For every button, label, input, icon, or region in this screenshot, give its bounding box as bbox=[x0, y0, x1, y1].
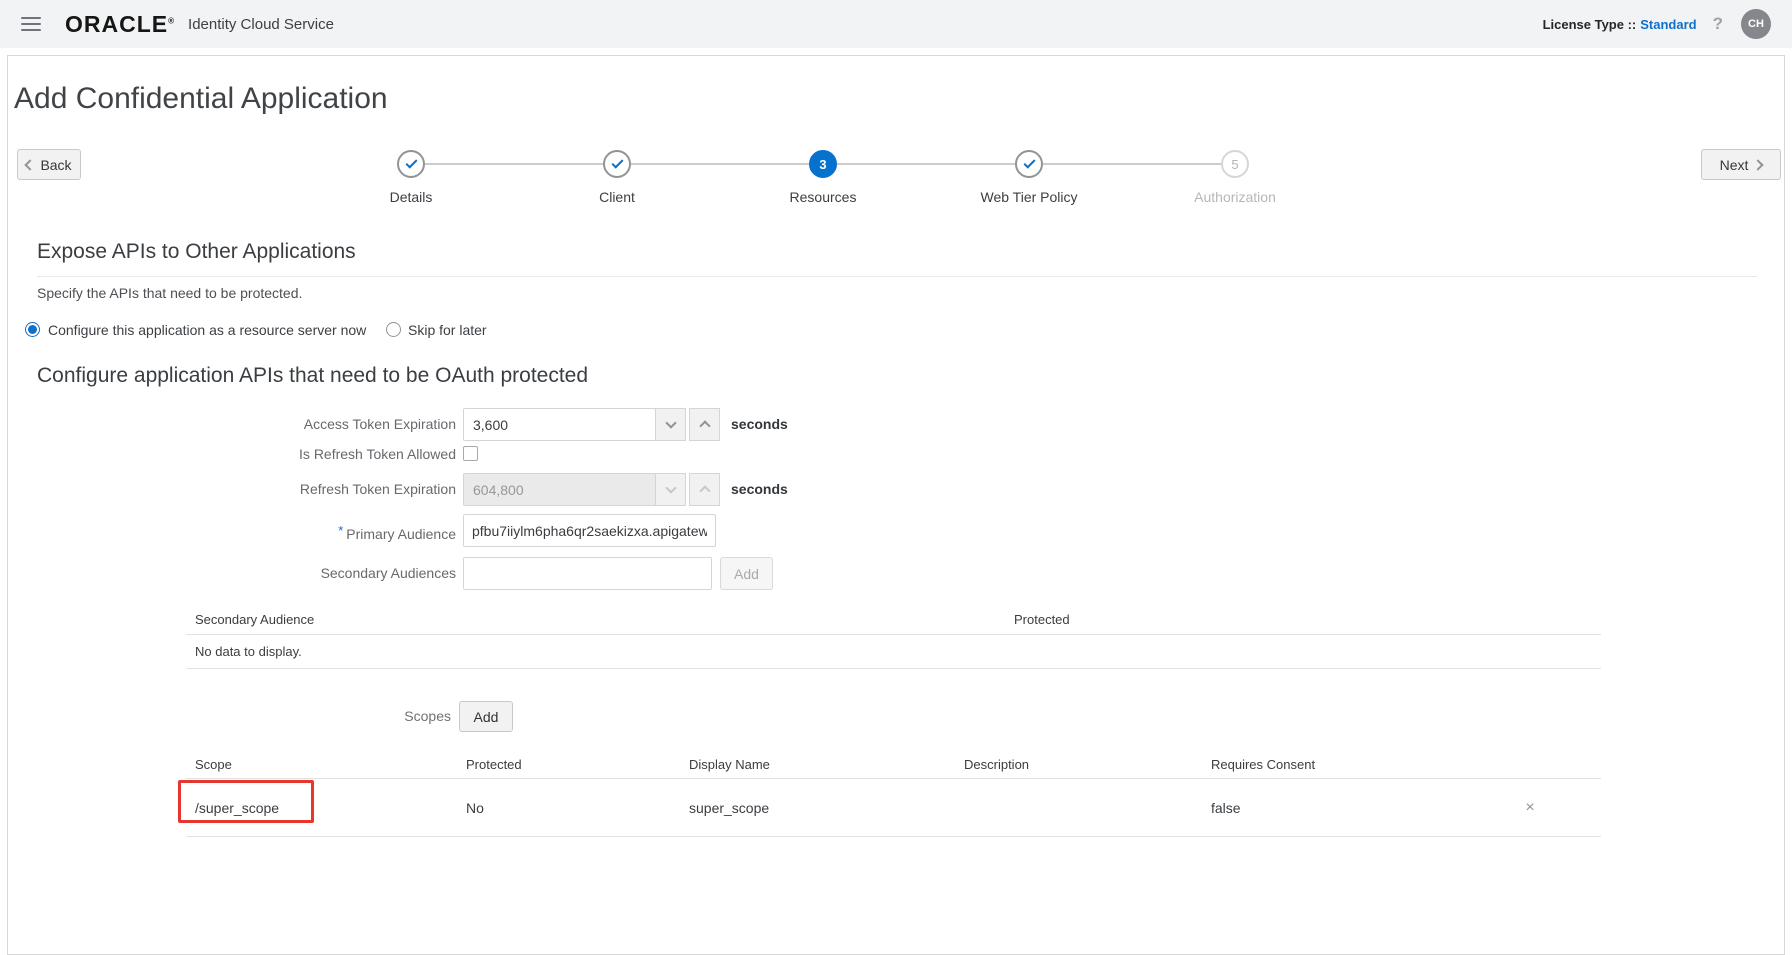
refresh-token-expiration-input bbox=[463, 473, 656, 506]
secondary-audiences-label: Secondary Audiences bbox=[8, 557, 456, 590]
radio-skip-label: Skip for later bbox=[408, 322, 487, 338]
table-header-row: Secondary Audience Protected bbox=[186, 604, 1601, 635]
chevron-down-icon bbox=[665, 482, 676, 493]
spinner-decrement-button[interactable] bbox=[655, 408, 686, 441]
registered-mark: ® bbox=[168, 16, 175, 25]
refresh-token-expiration-label: Refresh Token Expiration bbox=[8, 473, 456, 506]
cell-scope: /super_scope bbox=[195, 779, 279, 837]
step-label-resources: Resources bbox=[723, 189, 923, 205]
refresh-token-expiration-group: seconds bbox=[463, 473, 788, 506]
step-resources-circle[interactable]: 3 bbox=[809, 150, 837, 178]
step-authorization-circle[interactable]: 5 bbox=[1221, 150, 1249, 178]
secondary-audiences-add-button[interactable]: Add bbox=[720, 557, 773, 590]
remove-scope-button[interactable]: × bbox=[1516, 779, 1544, 837]
spinner-decrement-button bbox=[655, 473, 686, 506]
col-secondary-audience: Secondary Audience bbox=[195, 604, 314, 635]
step-connector bbox=[837, 163, 1015, 165]
chevron-left-icon bbox=[25, 159, 36, 170]
col-protected: Protected bbox=[1014, 604, 1070, 635]
back-button[interactable]: Back bbox=[17, 149, 81, 180]
scope-table-row: /super_scope No super_scope false × bbox=[186, 779, 1601, 837]
app-name: Identity Cloud Service bbox=[188, 16, 334, 33]
secondary-audiences-input[interactable] bbox=[463, 557, 712, 590]
chevron-up-icon bbox=[699, 485, 710, 496]
no-data-text: No data to display. bbox=[195, 635, 302, 669]
is-refresh-token-allowed-checkbox[interactable] bbox=[463, 446, 478, 461]
step-client-circle[interactable] bbox=[603, 150, 631, 178]
radio-configure-resource-server[interactable] bbox=[25, 322, 40, 337]
chevron-down-icon bbox=[665, 417, 676, 428]
col-scope: Scope bbox=[195, 751, 232, 779]
radio-configure-label: Configure this application as a resource… bbox=[48, 322, 366, 338]
next-button[interactable]: Next bbox=[1701, 149, 1781, 180]
primary-audience-label: *Primary Audience bbox=[8, 514, 456, 547]
chevron-up-icon bbox=[699, 420, 710, 431]
step-connector bbox=[631, 163, 809, 165]
check-icon bbox=[611, 157, 623, 169]
check-icon bbox=[1023, 157, 1035, 169]
seconds-unit-label: seconds bbox=[731, 408, 788, 441]
spinner-increment-button bbox=[689, 473, 720, 506]
primary-audience-input[interactable] bbox=[463, 514, 716, 547]
cell-protected: No bbox=[466, 779, 484, 837]
page-title: Add Confidential Application bbox=[14, 82, 388, 116]
step-connector bbox=[425, 163, 603, 165]
cell-display-name: super_scope bbox=[689, 779, 769, 837]
license-value-link[interactable]: Standard bbox=[1640, 17, 1696, 32]
content-card: Add Confidential Application Back Next 3… bbox=[7, 55, 1785, 955]
is-refresh-token-allowed-label: Is Refresh Token Allowed bbox=[8, 441, 456, 457]
avatar[interactable]: CH bbox=[1741, 9, 1771, 39]
scopes-table: Scope Protected Display Name Description… bbox=[186, 751, 1601, 837]
step-details-circle[interactable] bbox=[397, 150, 425, 178]
spinner-increment-button[interactable] bbox=[689, 408, 720, 441]
top-bar: ORACLE® Identity Cloud Service License T… bbox=[0, 0, 1792, 48]
col-display-name: Display Name bbox=[689, 751, 770, 779]
step-label-client: Client bbox=[517, 189, 717, 205]
secondary-audience-table: Secondary Audience Protected No data to … bbox=[186, 604, 1601, 669]
oauth-heading: Configure application APIs that need to … bbox=[37, 364, 588, 388]
oracle-logo: ORACLE® bbox=[65, 11, 175, 38]
access-token-expiration-group: seconds bbox=[463, 408, 788, 441]
step-label-web-tier-policy: Web Tier Policy bbox=[929, 189, 1129, 205]
col-description: Description bbox=[964, 751, 1029, 779]
table-header-row: Scope Protected Display Name Description… bbox=[186, 751, 1601, 779]
hamburger-menu-icon[interactable] bbox=[21, 17, 41, 31]
scopes-add-button[interactable]: Add bbox=[459, 701, 513, 732]
access-token-expiration-input[interactable] bbox=[463, 408, 656, 441]
col-protected: Protected bbox=[466, 751, 522, 779]
empty-row: No data to display. bbox=[186, 635, 1601, 669]
help-icon[interactable]: ? bbox=[1713, 14, 1723, 34]
seconds-unit-label: seconds bbox=[731, 473, 788, 506]
access-token-expiration-label: Access Token Expiration bbox=[8, 408, 456, 441]
step-label-details: Details bbox=[311, 189, 511, 205]
required-asterisk: * bbox=[338, 523, 343, 538]
expose-apis-heading: Expose APIs to Other Applications bbox=[37, 240, 356, 264]
license-type: License Type ::Standard bbox=[1543, 17, 1697, 32]
step-label-authorization: Authorization bbox=[1135, 189, 1335, 205]
check-icon bbox=[405, 157, 417, 169]
chevron-right-icon bbox=[1753, 159, 1764, 170]
cell-requires-consent: false bbox=[1211, 779, 1241, 837]
section-divider bbox=[37, 276, 1757, 277]
radio-skip-for-later[interactable] bbox=[386, 322, 401, 337]
step-web-tier-policy-circle[interactable] bbox=[1015, 150, 1043, 178]
scopes-label: Scopes bbox=[8, 708, 451, 724]
expose-apis-subtext: Specify the APIs that need to be protect… bbox=[37, 285, 302, 301]
col-requires-consent: Requires Consent bbox=[1211, 751, 1315, 779]
step-connector bbox=[1043, 163, 1221, 165]
